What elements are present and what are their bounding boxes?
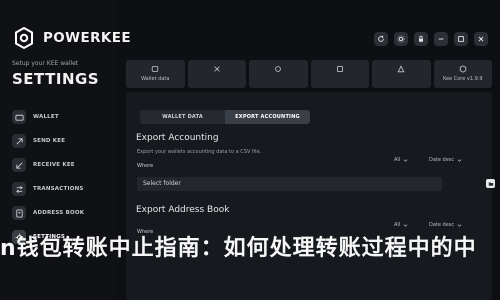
toolbar-item-3[interactable] bbox=[249, 60, 308, 88]
minimize-icon[interactable] bbox=[434, 32, 448, 46]
sidebar-item-label: RECEIVE KEE bbox=[33, 162, 75, 168]
tool-icon bbox=[397, 65, 405, 73]
export-address-filter-date[interactable]: Date desc bbox=[429, 222, 462, 228]
address-book-icon bbox=[12, 206, 26, 220]
toolbar-item-5[interactable] bbox=[372, 60, 431, 88]
sidebar-item-receive-kee[interactable]: RECEIVE KEE bbox=[12, 153, 112, 177]
filter-all-value: All bbox=[394, 157, 401, 163]
setup-subtitle: Setup your KEE wallet bbox=[12, 60, 79, 67]
lock-icon[interactable] bbox=[414, 32, 428, 46]
export-accounting-filter-all[interactable]: All bbox=[394, 157, 408, 163]
chevron-down-icon bbox=[403, 223, 408, 227]
toolbar-item-4[interactable] bbox=[310, 60, 369, 88]
close-icon[interactable] bbox=[474, 32, 488, 46]
toolbar-item-kee-core[interactable]: Kee Core v1.9.9 bbox=[433, 60, 492, 88]
sidebar-nav: WALLET SEND KEE RECEIVE KEE TRANSACTIONS… bbox=[12, 105, 112, 249]
receive-icon bbox=[12, 158, 26, 172]
sidebar-item-label: SEND KEE bbox=[33, 138, 66, 144]
export-address-book-title: Export Address Book bbox=[136, 205, 230, 215]
export-accounting-title: Export Accounting bbox=[136, 133, 219, 143]
toolbar-item-label: Kee Core v1.9.9 bbox=[442, 76, 483, 82]
wallet-icon bbox=[12, 110, 26, 124]
export-address-filter-all[interactable]: All bbox=[394, 222, 408, 228]
sidebar-item-wallet[interactable]: WALLET bbox=[12, 105, 112, 129]
maximize-icon[interactable] bbox=[454, 32, 468, 46]
refresh-icon[interactable] bbox=[374, 32, 388, 46]
page-title: SETTINGS bbox=[12, 70, 100, 88]
sidebar-item-label: WALLET bbox=[33, 114, 59, 120]
filter-date-value: Date desc bbox=[429, 222, 455, 228]
brand: POWERKEE bbox=[12, 26, 131, 50]
export-accounting-button[interactable] bbox=[486, 179, 495, 188]
tab-export-accounting[interactable]: EXPORT ACCOUNTING bbox=[225, 110, 310, 124]
wallet-data-icon bbox=[152, 66, 159, 72]
chevron-down-icon bbox=[403, 158, 408, 162]
send-icon bbox=[12, 134, 26, 148]
export-accounting-filter-date[interactable]: Date desc bbox=[429, 157, 462, 163]
filter-all-value: All bbox=[394, 222, 401, 228]
settings-tabs: WALLET DATA EXPORT ACCOUNTING bbox=[140, 110, 310, 124]
transactions-icon bbox=[12, 182, 26, 196]
folder-icon bbox=[488, 182, 493, 186]
tab-wallet-data[interactable]: WALLET DATA bbox=[140, 110, 225, 124]
settings-panel: WALLET DATA EXPORT ACCOUNTING bbox=[126, 92, 492, 300]
tool-icon bbox=[275, 66, 282, 72]
sidebar-item-send-kee[interactable]: SEND KEE bbox=[12, 129, 112, 153]
sidebar-item-address-book[interactable]: ADDRESS BOOK bbox=[12, 201, 112, 225]
brand-name: POWERKEE bbox=[43, 30, 131, 46]
settings-toolbar: Wallet data Kee Core v1.9.9 bbox=[126, 60, 492, 88]
kee-core-icon bbox=[459, 65, 466, 73]
overlay-headline: n钱包转账中止指南：如何处理转账过程中的中 bbox=[0, 236, 477, 260]
select-folder-text: Select folder bbox=[143, 180, 181, 187]
chevron-down-icon bbox=[457, 223, 462, 227]
toolbar-item-wallet-data[interactable]: Wallet data bbox=[126, 60, 185, 88]
export-accounting-desc: Export your wallets accounting data to a… bbox=[137, 149, 262, 155]
top-icon-bar bbox=[374, 32, 488, 46]
sidebar-item-label: TRANSACTIONS bbox=[33, 186, 84, 192]
tool-icon bbox=[336, 66, 343, 72]
chevron-down-icon bbox=[457, 158, 462, 162]
powerkee-logo-icon bbox=[15, 26, 33, 50]
filter-date-value: Date desc bbox=[429, 157, 455, 163]
toolbar-item-2[interactable] bbox=[187, 60, 246, 88]
select-folder-input[interactable]: Select folder bbox=[137, 177, 442, 191]
tool-icon bbox=[214, 66, 220, 72]
export-accounting-where-label: Where bbox=[137, 163, 154, 169]
sidebar-item-transactions[interactable]: TRANSACTIONS bbox=[12, 177, 112, 201]
gear-icon[interactable] bbox=[394, 32, 408, 46]
sidebar-item-label: ADDRESS BOOK bbox=[33, 210, 85, 216]
toolbar-item-label: Wallet data bbox=[141, 76, 170, 82]
